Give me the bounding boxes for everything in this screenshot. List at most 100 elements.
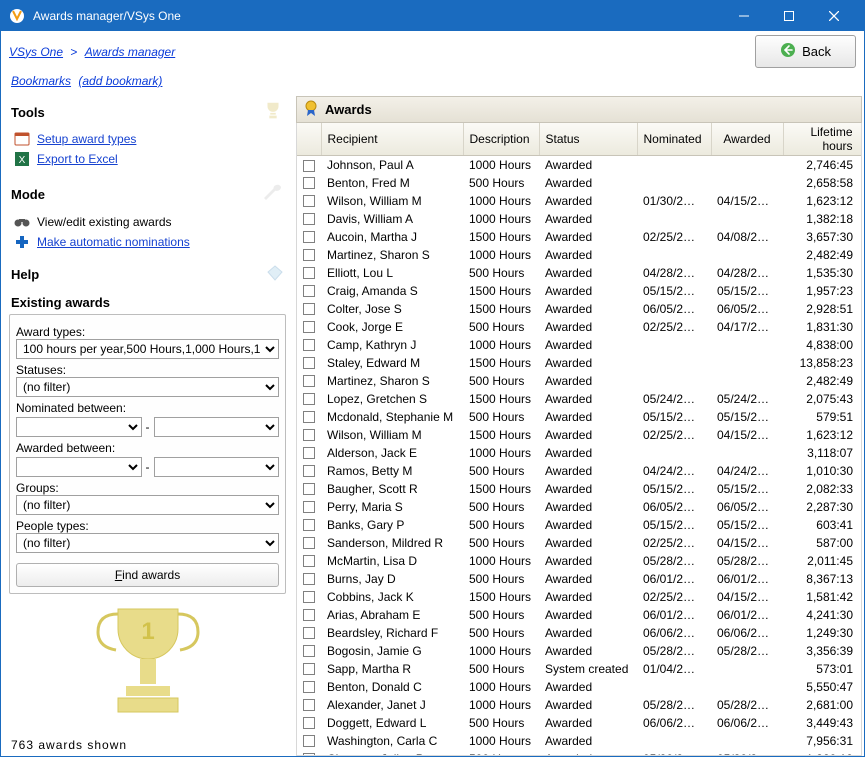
table-row[interactable]: Sapp, Martha R500 HoursSystem created01/… <box>297 660 862 678</box>
cell-description: 1000 Hours <box>463 192 539 210</box>
table-row[interactable]: Doggett, Edward L500 HoursAwarded06/06/2… <box>297 714 862 732</box>
col-description[interactable]: Description <box>463 123 539 156</box>
row-checkbox[interactable] <box>303 555 315 567</box>
close-button[interactable] <box>811 1 856 31</box>
nominated-from[interactable] <box>16 417 142 437</box>
row-checkbox[interactable] <box>303 663 315 675</box>
col-nominated[interactable]: Nominated <box>637 123 711 156</box>
row-checkbox[interactable] <box>303 609 315 621</box>
table-row[interactable]: Benton, Fred M500 HoursAwarded2,658:58 <box>297 174 862 192</box>
row-checkbox[interactable] <box>303 753 315 756</box>
table-row[interactable]: Sanderson, Mildred R500 HoursAwarded02/2… <box>297 534 862 552</box>
table-row[interactable]: Davis, William A1000 HoursAwarded1,382:1… <box>297 210 862 228</box>
awards-table-wrap[interactable]: Recipient Description Status Nominated A… <box>296 123 862 756</box>
col-awarded[interactable]: Awarded <box>711 123 783 156</box>
maximize-button[interactable] <box>766 1 811 31</box>
table-row[interactable]: Elliott, Lou L500 HoursAwarded04/28/2005… <box>297 264 862 282</box>
help-header[interactable]: Help <box>9 260 286 289</box>
statuses-select[interactable]: (no filter) <box>16 377 279 397</box>
row-checkbox[interactable] <box>303 303 315 315</box>
row-checkbox[interactable] <box>303 645 315 657</box>
table-row[interactable]: Beardsley, Richard F500 HoursAwarded06/0… <box>297 624 862 642</box>
row-checkbox[interactable] <box>303 249 315 261</box>
row-checkbox[interactable] <box>303 321 315 333</box>
nominated-to[interactable] <box>154 417 280 437</box>
col-status[interactable]: Status <box>539 123 637 156</box>
row-checkbox[interactable] <box>303 375 315 387</box>
row-checkbox[interactable] <box>303 699 315 711</box>
setup-award-types-link[interactable]: Setup award types <box>9 129 286 149</box>
row-checkbox[interactable] <box>303 681 315 693</box>
table-row[interactable]: Banks, Gary P500 HoursAwarded05/15/20080… <box>297 516 862 534</box>
table-row[interactable]: McMartin, Lisa D1000 HoursAwarded05/28/2… <box>297 552 862 570</box>
row-checkbox[interactable] <box>303 591 315 603</box>
table-row[interactable]: Aucoin, Martha J1500 HoursAwarded02/25/2… <box>297 228 862 246</box>
table-row[interactable]: Arias, Abraham E500 HoursAwarded06/01/20… <box>297 606 862 624</box>
col-checkbox[interactable] <box>297 123 321 156</box>
row-checkbox[interactable] <box>303 573 315 585</box>
auto-nominations-link[interactable]: Make automatic nominations <box>9 232 286 252</box>
award-types-select[interactable]: 100 hours per year,500 Hours,1,000 Hours… <box>16 339 279 359</box>
table-row[interactable]: Mcdonald, Stephanie M500 HoursAwarded05/… <box>297 408 862 426</box>
table-row[interactable]: Washington, Carla C1000 HoursAwarded7,95… <box>297 732 862 750</box>
cell-status: Awarded <box>539 642 637 660</box>
row-checkbox[interactable] <box>303 627 315 639</box>
table-row[interactable]: Craig, Amanda S1500 HoursAwarded05/15/20… <box>297 282 862 300</box>
awarded-to[interactable] <box>154 457 280 477</box>
export-excel-link[interactable]: X Export to Excel <box>9 149 286 169</box>
bookmarks-link[interactable]: Bookmarks <box>11 74 71 88</box>
table-row[interactable]: Bogosin, Jamie G1000 HoursAwarded05/28/2… <box>297 642 862 660</box>
row-checkbox[interactable] <box>303 195 315 207</box>
row-checkbox[interactable] <box>303 429 315 441</box>
row-checkbox[interactable] <box>303 483 315 495</box>
add-bookmark-link[interactable]: (add bookmark) <box>78 74 162 88</box>
table-row[interactable]: Johnson, Paul A1000 HoursAwarded2,746:45 <box>297 156 862 174</box>
table-row[interactable]: Cobbins, Jack K1500 HoursAwarded02/25/20… <box>297 588 862 606</box>
col-recipient[interactable]: Recipient <box>321 123 463 156</box>
row-checkbox[interactable] <box>303 393 315 405</box>
row-checkbox[interactable] <box>303 357 315 369</box>
row-checkbox[interactable] <box>303 285 315 297</box>
row-checkbox[interactable] <box>303 213 315 225</box>
row-checkbox[interactable] <box>303 735 315 747</box>
table-row[interactable]: Lopez, Gretchen S1500 HoursAwarded05/24/… <box>297 390 862 408</box>
table-row[interactable]: Camp, Kathryn J1000 HoursAwarded4,838:00 <box>297 336 862 354</box>
breadcrumb-current[interactable]: Awards manager <box>85 45 176 59</box>
col-lifetime[interactable]: Lifetime hours <box>783 123 862 156</box>
table-row[interactable]: Perry, Maria S500 HoursAwarded06/05/2003… <box>297 498 862 516</box>
row-checkbox[interactable] <box>303 537 315 549</box>
table-row[interactable]: Wilson, William M1000 HoursAwarded01/30/… <box>297 192 862 210</box>
breadcrumb-root[interactable]: VSys One <box>9 45 63 59</box>
table-row[interactable]: Colter, Jose S1500 HoursAwarded06/05/200… <box>297 300 862 318</box>
row-checkbox[interactable] <box>303 717 315 729</box>
table-row[interactable]: Alderson, Jack E1000 HoursAwarded3,118:0… <box>297 444 862 462</box>
people-types-select[interactable]: (no filter) <box>16 533 279 553</box>
row-checkbox[interactable] <box>303 501 315 513</box>
find-awards-button[interactable]: Find awards <box>16 563 279 587</box>
table-row[interactable]: Staley, Edward M1500 HoursAwarded13,858:… <box>297 354 862 372</box>
row-checkbox[interactable] <box>303 160 315 172</box>
row-checkbox[interactable] <box>303 177 315 189</box>
table-row[interactable]: Burns, Jay D500 HoursAwarded06/01/200206… <box>297 570 862 588</box>
table-row[interactable]: Alexander, Janet J1000 HoursAwarded05/28… <box>297 696 862 714</box>
table-row[interactable]: Wilson, William M1500 HoursAwarded02/25/… <box>297 426 862 444</box>
view-edit-awards[interactable]: View/edit existing awards <box>9 212 286 232</box>
table-row[interactable]: Benton, Donald C1000 HoursAwarded5,550:4… <box>297 678 862 696</box>
row-checkbox[interactable] <box>303 519 315 531</box>
table-row[interactable]: Cook, Jorge E500 HoursAwarded02/25/20090… <box>297 318 862 336</box>
table-row[interactable]: Clemens, Julian P500 HoursAwarded05/20/2… <box>297 750 862 757</box>
awarded-from[interactable] <box>16 457 142 477</box>
row-checkbox[interactable] <box>303 447 315 459</box>
row-checkbox[interactable] <box>303 339 315 351</box>
minimize-button[interactable] <box>721 1 766 31</box>
back-button[interactable]: Back <box>755 35 856 68</box>
table-row[interactable]: Ramos, Betty M500 HoursAwarded04/24/2001… <box>297 462 862 480</box>
groups-select[interactable]: (no filter) <box>16 495 279 515</box>
row-checkbox[interactable] <box>303 267 315 279</box>
row-checkbox[interactable] <box>303 411 315 423</box>
row-checkbox[interactable] <box>303 465 315 477</box>
table-row[interactable]: Baugher, Scott R1500 HoursAwarded05/15/2… <box>297 480 862 498</box>
row-checkbox[interactable] <box>303 231 315 243</box>
table-row[interactable]: Martinez, Sharon S500 HoursAwarded2,482:… <box>297 372 862 390</box>
table-row[interactable]: Martinez, Sharon S1000 HoursAwarded2,482… <box>297 246 862 264</box>
